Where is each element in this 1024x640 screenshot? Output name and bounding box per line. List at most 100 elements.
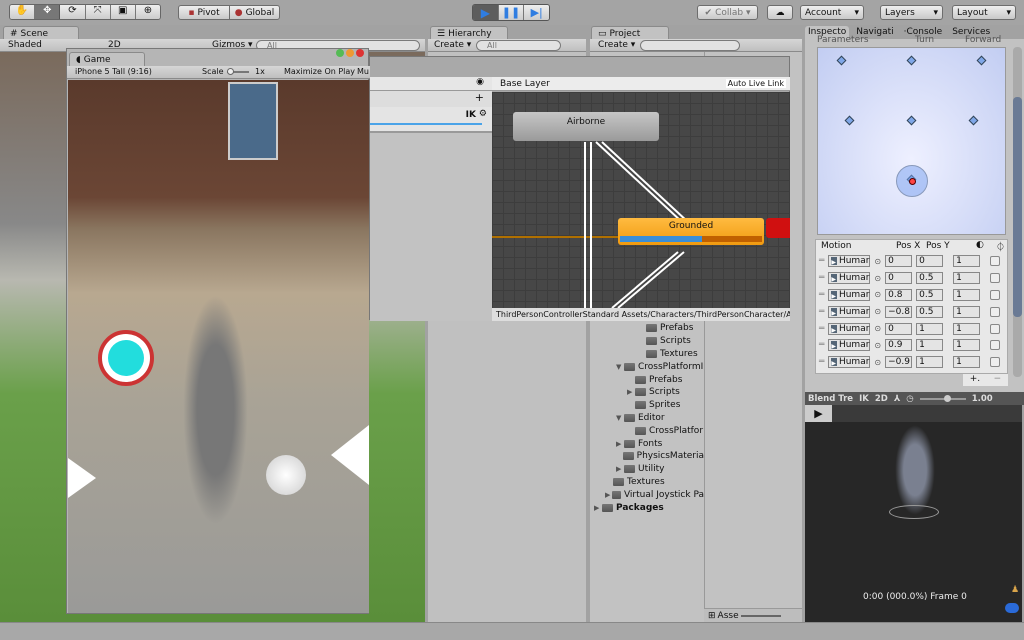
transform-tool-button[interactable]: ⊕: [135, 5, 160, 19]
stopwatch-icon[interactable]: [98, 330, 154, 386]
project-tree-item[interactable]: ▶ Scripts: [594, 386, 704, 399]
compute-position-icon[interactable]: ⊙: [874, 274, 881, 283]
blend-point[interactable]: [906, 115, 917, 125]
project-tree-item[interactable]: PhysicsMateria: [594, 450, 704, 463]
speed-field[interactable]: 1: [953, 272, 981, 285]
pos-x-field[interactable]: 0: [885, 255, 913, 268]
layers-dropdown[interactable]: Layers ▾: [880, 5, 943, 20]
left-arrow-button[interactable]: [68, 458, 96, 498]
pivot-icon[interactable]: ⅄: [894, 394, 900, 404]
joystick-knob[interactable]: [266, 455, 306, 495]
project-tree-item[interactable]: ▶ Fonts: [594, 437, 704, 450]
expand-arrow-icon[interactable]: ▶: [594, 504, 602, 512]
mirror-checkbox[interactable]: [990, 289, 1001, 300]
compute-position-icon[interactable]: ⊙: [874, 358, 881, 367]
speed-slider[interactable]: [919, 394, 966, 402]
speed-field[interactable]: 1: [953, 255, 981, 268]
add-layer-button[interactable]: +: [475, 91, 484, 104]
blend-space-graph[interactable]: [817, 47, 1006, 235]
mirror-checkbox[interactable]: [990, 323, 1001, 334]
expand-arrow-icon[interactable]: ▶: [616, 440, 624, 448]
expand-arrow-icon[interactable]: ▼: [616, 414, 624, 422]
tab-hierarchy[interactable]: ☰ Hierarchy: [430, 26, 508, 40]
project-tree-item[interactable]: Textures: [594, 348, 704, 361]
pos-x-field[interactable]: −0.9: [885, 356, 913, 369]
param-y-dropdown[interactable]: Forward: [965, 35, 1001, 45]
speed-field[interactable]: 1: [953, 322, 981, 335]
project-search-input[interactable]: [640, 40, 740, 51]
scale-slider[interactable]: [227, 68, 249, 75]
param-x-dropdown[interactable]: Turn: [915, 35, 934, 45]
pos-y-field[interactable]: 0.5: [916, 305, 944, 318]
blend-point[interactable]: [976, 55, 987, 66]
pos-x-field[interactable]: −0.8: [885, 305, 913, 318]
pos-y-field[interactable]: 0: [916, 255, 944, 268]
expand-arrow-icon[interactable]: ▶: [627, 388, 635, 396]
blend-point[interactable]: [968, 115, 979, 125]
expand-arrow-icon[interactable]: ▶: [605, 491, 612, 499]
mute-toggle[interactable]: Mu: [357, 67, 369, 76]
zoom-window-button[interactable]: [336, 49, 344, 57]
drag-handle-icon[interactable]: ═: [819, 273, 824, 283]
drag-handle-icon[interactable]: ═: [819, 357, 824, 367]
drag-handle-icon[interactable]: ═: [819, 290, 824, 300]
layer-item[interactable]: IK ⚙: [370, 107, 492, 133]
step-button[interactable]: ▶|: [523, 5, 549, 20]
minimize-window-button[interactable]: [346, 49, 354, 57]
mirror-checkbox[interactable]: [990, 273, 1001, 284]
drag-handle-icon[interactable]: ═: [819, 324, 824, 334]
game-view[interactable]: [68, 80, 369, 613]
motion-clip-field[interactable]: ▶ Humar: [828, 356, 871, 369]
project-tree-item[interactable]: CrossPlatfor: [594, 424, 704, 437]
hierarchy-create-button[interactable]: Create ▾: [434, 40, 471, 50]
pivot-button[interactable]: ▪ Pivot: [178, 5, 230, 20]
mirror-checkbox[interactable]: [990, 340, 1001, 351]
hierarchy-search-input[interactable]: All: [476, 40, 561, 51]
tab-game[interactable]: ◖ Game: [69, 52, 145, 66]
state-airborne[interactable]: Airborne: [513, 112, 659, 141]
project-tree-item[interactable]: ▼ CrossPlatformI: [594, 360, 704, 373]
avatar-icon[interactable]: ♟: [1011, 585, 1019, 595]
project-tree-item[interactable]: ▶ Utility: [594, 463, 704, 476]
aspect-dropdown[interactable]: iPhone 5 Tall (9:16): [75, 67, 152, 76]
pos-x-field[interactable]: 0: [885, 272, 913, 285]
pos-y-field[interactable]: 1: [916, 339, 944, 352]
pos-x-field[interactable]: 0.8: [885, 288, 913, 301]
compute-position-icon[interactable]: ⊙: [874, 324, 881, 333]
speed-field[interactable]: 1: [953, 288, 981, 301]
gear-icon[interactable]: ⚙: [479, 109, 487, 119]
pos-x-field[interactable]: 0: [885, 322, 913, 335]
project-tree-item[interactable]: Prefabs: [594, 373, 704, 386]
eye-icon[interactable]: ◉: [476, 77, 484, 87]
current-parameter-marker[interactable]: [896, 165, 928, 197]
inspector-scrollbar[interactable]: [1013, 47, 1022, 377]
expand-arrow-icon[interactable]: ▼: [616, 363, 624, 371]
pos-x-field[interactable]: 0.9: [885, 339, 913, 352]
breadcrumb[interactable]: Base Layer: [500, 79, 550, 89]
pos-y-field[interactable]: 1: [916, 322, 944, 335]
animator-graph[interactable]: Airborne Grounded: [492, 92, 790, 308]
cloud-button[interactable]: ☁: [767, 5, 793, 20]
compute-position-icon[interactable]: ⊙: [874, 341, 881, 350]
account-dropdown[interactable]: Account ▾: [800, 5, 864, 20]
global-button[interactable]: ● Global: [229, 5, 280, 20]
project-tree-item[interactable]: Sprites: [594, 399, 704, 412]
close-window-button[interactable]: [356, 49, 364, 57]
motion-clip-field[interactable]: ▶ Humar: [828, 322, 871, 335]
compute-position-icon[interactable]: ⊙: [874, 290, 881, 299]
play-button[interactable]: ▶: [473, 5, 498, 20]
motion-clip-field[interactable]: ▶ Humar: [828, 255, 871, 268]
project-tree-item[interactable]: ▶ Virtual Joystick Pa: [594, 488, 704, 501]
move-tool-button[interactable]: ✥: [35, 5, 61, 19]
right-arrow-button[interactable]: [331, 425, 369, 485]
project-tree-item[interactable]: ▶ Packages: [594, 501, 704, 514]
motion-clip-field[interactable]: ▶ Humar: [828, 305, 871, 318]
shading-dropdown[interactable]: Shaded: [8, 40, 42, 50]
auto-live-link-button[interactable]: Auto Live Link: [725, 79, 786, 88]
state-any[interactable]: [766, 218, 790, 238]
maximize-on-play-toggle[interactable]: Maximize On Play: [284, 67, 355, 76]
speed-field[interactable]: 1: [953, 339, 981, 352]
collab-button[interactable]: ✔ Collab ▾: [697, 5, 758, 20]
drag-handle-icon[interactable]: ═: [819, 340, 824, 350]
project-tree-item[interactable]: Scripts: [594, 335, 704, 348]
